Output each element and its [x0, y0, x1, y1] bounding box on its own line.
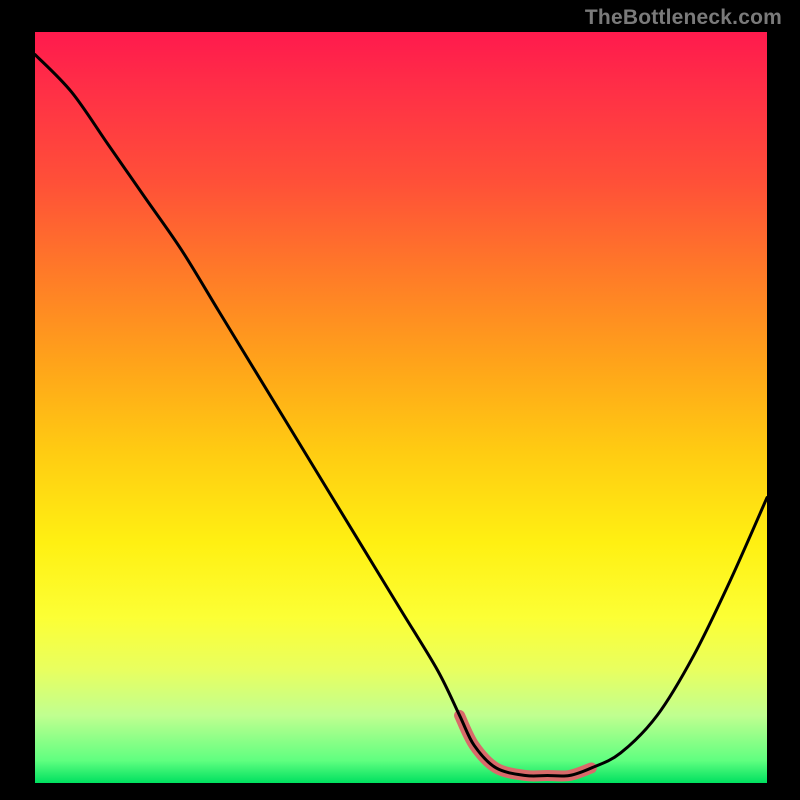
bottleneck-curve — [35, 55, 767, 777]
curve-layer — [0, 0, 800, 800]
highlight-band — [460, 715, 592, 776]
chart-frame: TheBottleneck.com — [0, 0, 800, 800]
